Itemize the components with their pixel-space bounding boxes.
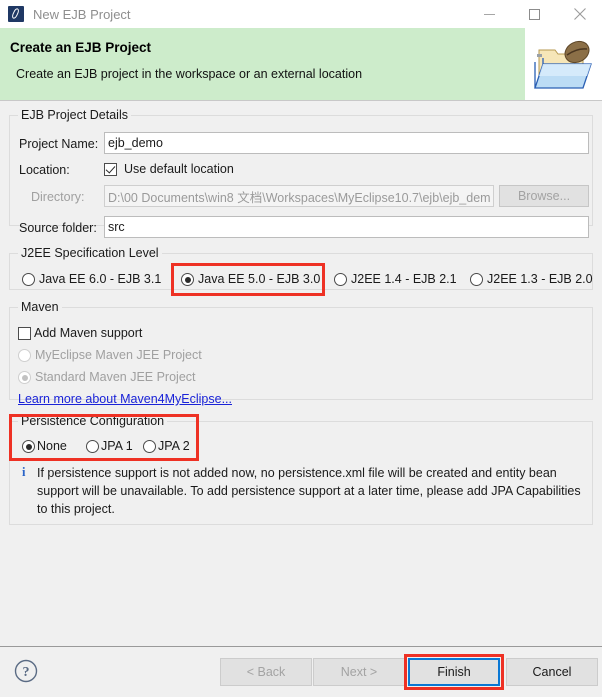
persistence-info-text: If persistence support is not added now,… [37,466,581,516]
use-default-location-checkbox[interactable] [104,163,117,176]
radio-label-java-ee-60: Java EE 6.0 - EJB 3.1 [39,272,162,286]
add-maven-support-checkbox[interactable] [18,327,31,340]
browse-button[interactable]: Browse... [499,185,589,207]
info-icon: i [22,465,26,479]
window-title: New EJB Project [33,6,131,22]
close-icon[interactable] [557,0,602,28]
radio-label-persistence-none: None [37,439,67,453]
radio-j2ee-13[interactable] [470,273,483,286]
title-bar: New EJB Project [0,0,602,28]
cancel-button[interactable]: Cancel [506,658,598,686]
radio-java-ee-50[interactable] [181,273,194,286]
radio-label-myeclipse-maven-jee-project: MyEclipse Maven JEE Project [35,348,202,362]
source-folder-label: Source folder: [19,221,97,235]
radio-label-j2ee-13: J2EE 1.3 - EJB 2.0 [487,272,593,286]
maximize-icon[interactable] [512,0,557,28]
svg-text:?: ? [23,665,30,680]
banner: Create an EJB Project Create an EJB proj… [0,28,602,101]
radio-java-ee-60[interactable] [22,273,35,286]
project-name-label: Project Name: [19,137,99,151]
radio-standard-maven-jee-project [18,371,31,384]
j2ee-specification-level-legend: J2EE Specification Level [21,246,159,260]
dialog-body: EJB Project Details Project Name: Locati… [0,101,602,646]
persistence-configuration-legend: Persistence Configuration [21,414,165,428]
banner-title: Create an EJB Project [10,40,152,55]
directory-input [104,185,494,207]
radio-label-standard-maven-jee-project: Standard Maven JEE Project [35,370,196,384]
help-icon[interactable]: ? [14,659,38,683]
back-button[interactable]: < Back [220,658,312,686]
use-default-location-label: Use default location [124,162,234,176]
finish-button[interactable]: Finish [408,658,500,686]
radio-label-j2ee-14: J2EE 1.4 - EJB 2.1 [351,272,457,286]
source-folder-input[interactable] [104,216,589,238]
radio-myeclipse-maven-jee-project [18,349,31,362]
maven-legend: Maven [21,300,59,314]
dialog-footer: ? < Back Next > Finish Cancel [0,646,602,697]
directory-label: Directory: [31,190,85,204]
radio-j2ee-14[interactable] [334,273,347,286]
banner-description: Create an EJB project in the workspace o… [16,67,363,81]
radio-persistence-jpa1[interactable] [86,440,99,453]
ejb-project-details-legend: EJB Project Details [21,108,128,122]
radio-label-java-ee-50: Java EE 5.0 - EJB 3.0 [198,272,321,286]
radio-label-persistence-jpa2: JPA 2 [158,439,190,453]
add-maven-support-label: Add Maven support [34,326,143,340]
next-button[interactable]: Next > [313,658,405,686]
radio-persistence-none[interactable] [22,440,35,453]
location-label: Location: [19,163,70,177]
eclipse-icon [8,6,24,22]
maven4myeclipse-link[interactable]: Learn more about Maven4MyEclipse... [18,392,232,406]
radio-persistence-jpa2[interactable] [143,440,156,453]
folder-with-coffee-bean-icon [525,28,602,100]
radio-label-persistence-jpa1: JPA 1 [101,439,133,453]
minimize-icon[interactable] [467,0,512,28]
project-name-input[interactable] [104,132,589,154]
ejb-project-details-group: EJB Project Details [9,108,593,226]
